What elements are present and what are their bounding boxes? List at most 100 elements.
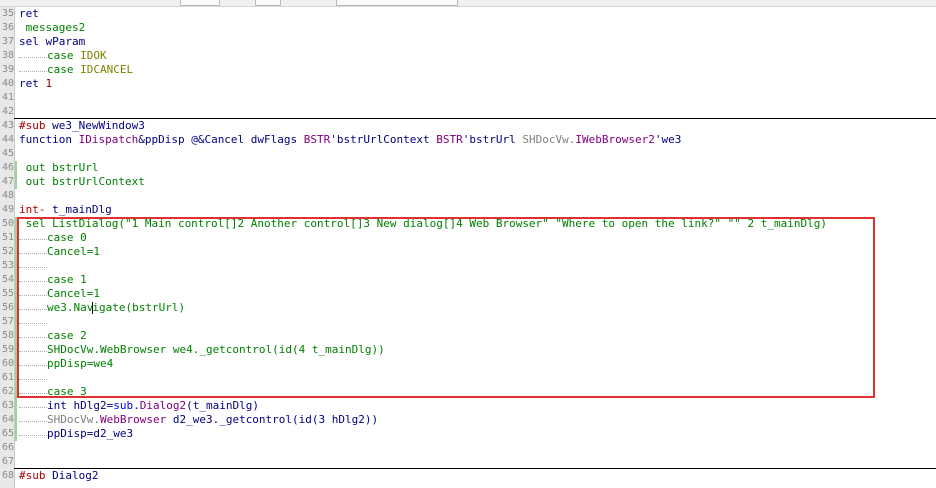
code-line[interactable]: 45 xyxy=(0,147,936,161)
code-text: ret 1 xyxy=(19,77,52,91)
code-text: #sub we3_NewWindow3 xyxy=(19,119,145,133)
line-number: 49 xyxy=(1,204,14,215)
change-marker xyxy=(15,175,17,189)
change-marker xyxy=(15,413,17,427)
code-text: ppDisp=d2_we3 xyxy=(19,427,133,441)
code-token: (t_mainDlg) xyxy=(186,399,259,412)
line-number: 61 xyxy=(1,372,14,383)
line-number: 63 xyxy=(1,400,14,411)
tab-guide xyxy=(19,399,47,408)
code-token: out bstrUrlContext xyxy=(19,175,145,188)
code-token: SHDocVw. xyxy=(522,133,576,146)
code-text: case IDOK xyxy=(19,49,107,63)
code-token: IWebBrowser2 xyxy=(575,133,655,146)
toolbar-tab[interactable] xyxy=(180,0,220,6)
code-token: 'we3 xyxy=(654,133,682,146)
code-line[interactable]: 68 #sub Dialog2 xyxy=(0,469,936,483)
code-text: #sub Dialog2 xyxy=(19,469,98,483)
line-number: 59 xyxy=(1,344,14,355)
line-number: 39 xyxy=(1,64,14,75)
change-marker xyxy=(15,161,17,175)
line-number: 54 xyxy=(1,274,14,285)
code-token: 1 xyxy=(45,77,53,90)
code-token: WebBrowser xyxy=(99,413,167,426)
code-token: d2_we3._getcontrol(id(3 hDlg2)) xyxy=(166,413,379,426)
code-line[interactable]: 67 xyxy=(0,455,936,469)
code-line[interactable]: 41 xyxy=(0,91,936,105)
code-line[interactable]: 35 ret xyxy=(0,7,936,21)
code-token: t_mainDlg xyxy=(52,203,112,216)
code-line[interactable]: 44 function IDispatch&ppDisp @&Cancel dwF… xyxy=(0,133,936,147)
highlight-box xyxy=(17,217,875,398)
code-line[interactable]: 43 #sub we3_NewWindow3 xyxy=(0,119,936,133)
code-text: out bstrUrlContext xyxy=(19,175,145,189)
code-line[interactable]: 36 messages2 xyxy=(0,21,936,35)
line-number: 50 xyxy=(1,218,14,229)
line-number: 43 xyxy=(1,120,14,131)
code-token: #sub xyxy=(19,469,53,482)
code-token: IDOK xyxy=(80,49,107,62)
code-token: sel wParam xyxy=(19,35,86,48)
code-text: function IDispatch&ppDisp @&Cancel dwFla… xyxy=(19,133,681,147)
code-token: IDCANCEL xyxy=(80,63,134,76)
line-number: 65 xyxy=(1,428,14,439)
code-token: case xyxy=(47,63,81,76)
code-token: ppDisp=d2_we3 xyxy=(47,427,134,440)
tab-guide xyxy=(19,49,47,58)
line-number: 47 xyxy=(1,176,14,187)
code-token: int hDlg2= xyxy=(47,399,114,412)
code-token: ret xyxy=(19,7,39,20)
code-text: out bstrUrl xyxy=(19,161,99,175)
line-number: 55 xyxy=(1,288,14,299)
toolbar-tab[interactable] xyxy=(255,0,281,6)
toolbar-strip xyxy=(0,0,936,7)
code-text: sel wParam xyxy=(19,35,85,49)
code-token: IDispatch xyxy=(78,133,139,146)
code-line[interactable]: 66 xyxy=(0,441,936,455)
line-number: 64 xyxy=(1,414,14,425)
tab-guide xyxy=(19,63,47,72)
change-marker xyxy=(15,427,17,441)
line-number: 57 xyxy=(1,316,14,327)
code-token: out bstrUrl xyxy=(19,161,99,174)
line-number: 66 xyxy=(1,442,14,453)
code-token: BSTR xyxy=(436,133,463,146)
line-number: 37 xyxy=(1,36,14,47)
line-number: 46 xyxy=(1,162,14,173)
code-line[interactable]: 48 xyxy=(0,189,936,203)
code-token: &ppDisp @&Cancel dwFlags xyxy=(138,133,304,146)
code-token: function xyxy=(19,133,79,146)
code-text: messages2 xyxy=(19,21,86,35)
line-number: 40 xyxy=(1,78,14,89)
code-line[interactable]: 64 SHDocVw.WebBrowser d2_we3._getcontrol(… xyxy=(0,413,936,427)
code-line[interactable]: 63 int hDlg2=sub.Dialog2(t_mainDlg) xyxy=(0,399,936,413)
code-text: case IDCANCEL xyxy=(19,63,133,77)
code-line[interactable]: 49 int- t_mainDlg xyxy=(0,203,936,217)
code-token: #sub xyxy=(19,119,53,132)
line-number: 58 xyxy=(1,330,14,341)
code-line[interactable]: 42 xyxy=(0,105,936,119)
code-token: BSTR xyxy=(303,133,331,146)
line-number: 52 xyxy=(1,246,14,257)
code-line[interactable]: 65 ppDisp=d2_we3 xyxy=(0,427,936,441)
line-number: 60 xyxy=(1,358,14,369)
toolbar-tab[interactable] xyxy=(336,0,458,6)
code-text: int hDlg2=sub.Dialog2(t_mainDlg) xyxy=(19,399,259,413)
code-line[interactable]: 46 out bstrUrl xyxy=(0,161,936,175)
line-number: 68 xyxy=(1,470,14,481)
code-line[interactable]: 47 out bstrUrlContext xyxy=(0,175,936,189)
code-line[interactable]: 38 case IDOK xyxy=(0,49,936,63)
code-token: case xyxy=(47,49,81,62)
code-line[interactable]: 40 ret 1 xyxy=(0,77,936,91)
code-line[interactable]: 37 sel wParam xyxy=(0,35,936,49)
code-token: Dialog2 xyxy=(52,469,99,482)
line-number: 45 xyxy=(1,148,14,159)
code-token: ret xyxy=(19,77,46,90)
code-text: int- t_mainDlg xyxy=(19,203,112,217)
line-number: 53 xyxy=(1,260,14,271)
code-token: Dialog2 xyxy=(139,399,187,412)
code-token: 'bstrUrlContext xyxy=(330,133,437,146)
line-number: 35 xyxy=(1,8,14,19)
code-line[interactable]: 39 case IDCANCEL xyxy=(0,63,936,77)
line-number: 41 xyxy=(1,92,14,103)
